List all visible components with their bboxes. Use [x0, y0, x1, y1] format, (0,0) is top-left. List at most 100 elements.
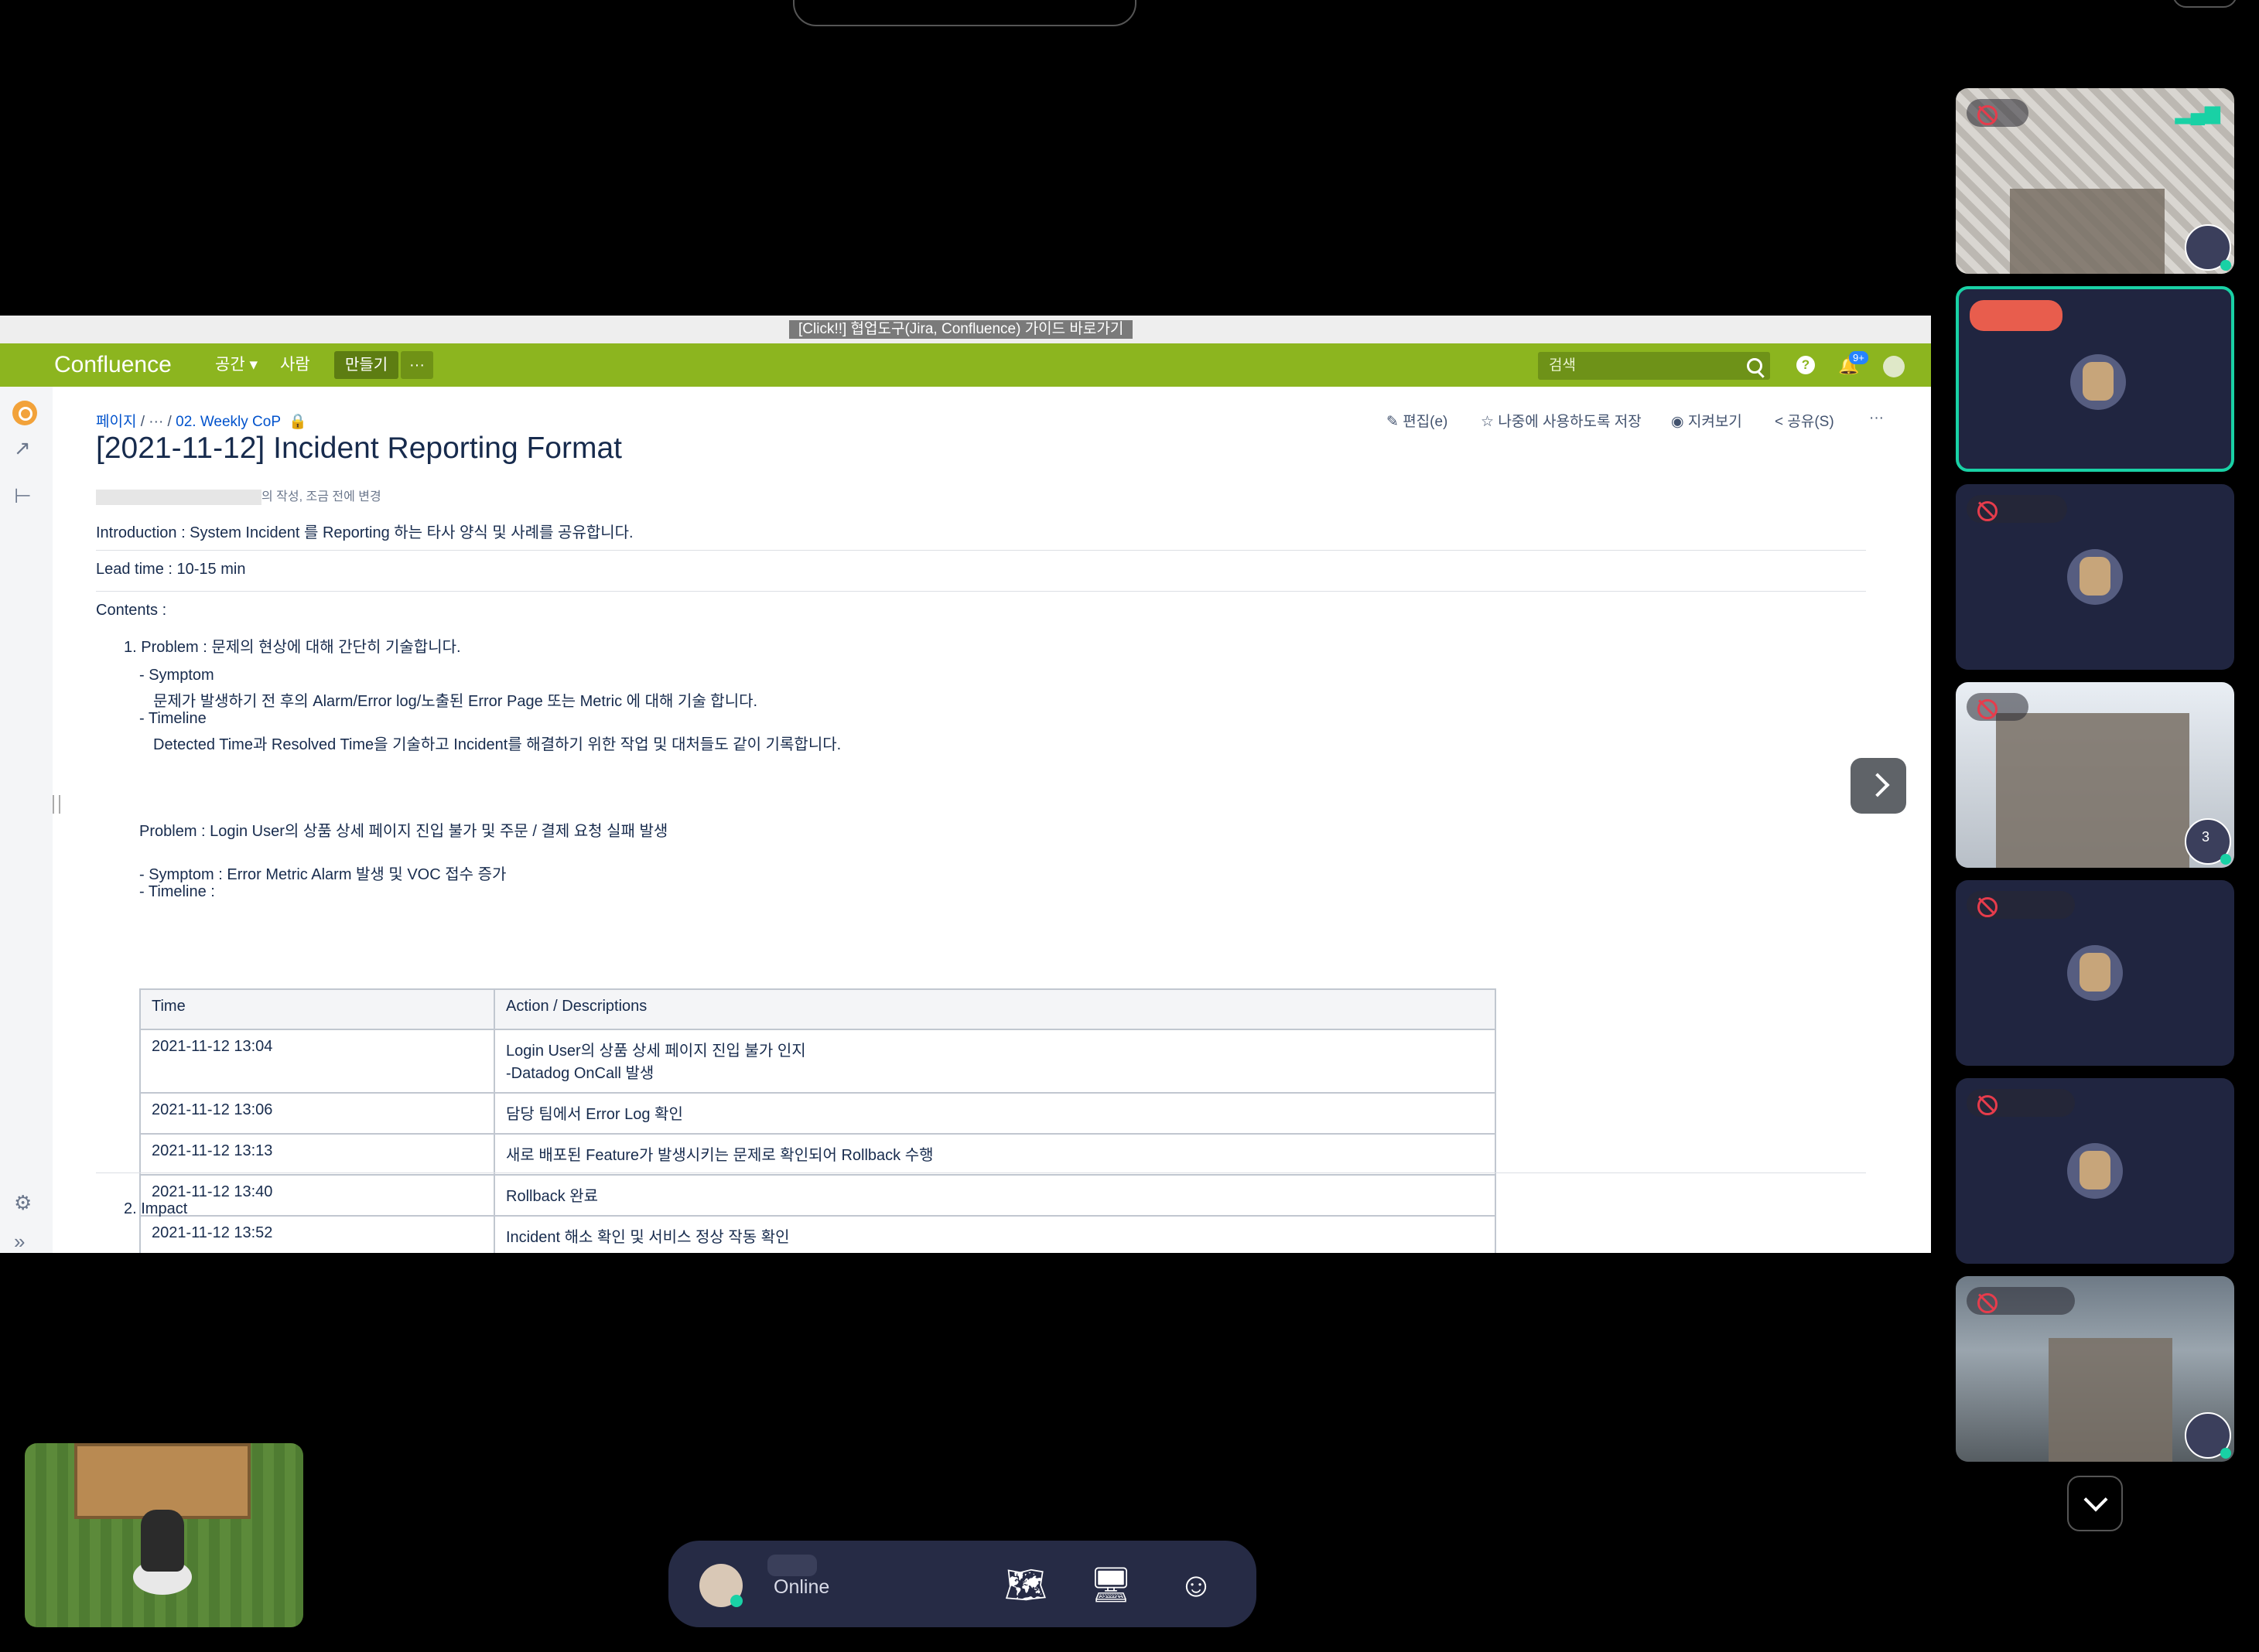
screen-share-icon[interactable]: 🖥: [1088, 1564, 1134, 1607]
guide-banner: [Click!!] 협업도구(Jira, Confluence) 가이드 바로가…: [0, 316, 1931, 343]
create-button[interactable]: 만들기: [334, 351, 399, 379]
blurred-face: [2049, 1338, 2172, 1462]
minimap-furniture: [74, 1443, 251, 1519]
table-row: 2021-11-12 13:04 Login User의 상품 상세 페이지 진…: [139, 1029, 1496, 1094]
create-more-button[interactable]: ···: [401, 351, 433, 379]
divider: [96, 550, 1866, 551]
notifications-badge: 9+: [1849, 351, 1868, 364]
space-icon[interactable]: [12, 401, 37, 425]
table-header-row: Time Action / Descriptions: [139, 988, 1496, 1030]
bottom-bar: Online 🗺 🖥 ☺: [668, 1541, 1256, 1627]
page-tree-icon[interactable]: ⊢: [14, 484, 32, 508]
divider: [96, 591, 1866, 592]
search-input[interactable]: 검색: [1538, 352, 1770, 380]
sidebar-resize-handle[interactable]: [53, 795, 60, 814]
participant-tile-active-speaker[interactable]: [1956, 286, 2234, 472]
breadcrumb: 페이지 / ··· / 02. Weekly CoP 🔒: [96, 414, 307, 430]
expand-sidebar-icon[interactable]: »: [14, 1230, 25, 1253]
my-name-redacted: [767, 1555, 817, 1576]
participant-tile[interactable]: [1956, 484, 2234, 670]
table-cell-action: 새로 배포된 Feature가 발생시키는 문제로 확인되어 Rollback …: [494, 1133, 1496, 1176]
table-cell-action: Rollback 완료: [494, 1174, 1496, 1217]
gear-icon[interactable]: ⚙: [14, 1191, 32, 1215]
people-menu[interactable]: 사람: [280, 343, 310, 387]
table-cell-time: 2021-11-12 13:06: [139, 1092, 495, 1135]
example-symptom: - Symptom : Error Metric Alarm 발생 및 VOC …: [139, 866, 507, 883]
page-content: 페이지 / ··· / 02. Weekly CoP 🔒 ✎ 편집(e) ☆ 나…: [96, 387, 1884, 1253]
map-icon[interactable]: 🗺: [1003, 1564, 1049, 1607]
breadcrumb-parent[interactable]: 02. Weekly CoP: [176, 414, 281, 430]
contents-label: Contents :: [96, 602, 167, 619]
example-timeline: - Timeline :: [139, 883, 215, 900]
signal-icon: ▂▄▆: [2175, 101, 2220, 124]
chevron-right-icon[interactable]: [1851, 758, 1906, 814]
my-avatar[interactable]: [699, 1564, 743, 1607]
avatar: [2070, 354, 2126, 410]
table-cell-time: 2021-11-12 13:52: [139, 1215, 495, 1253]
table-row: 2021-11-12 13:06 담당 팀에서 Error Log 확인: [139, 1092, 1496, 1135]
speaking-icon: [1970, 300, 2062, 331]
author-redacted: [96, 489, 261, 505]
avatar: 3: [2185, 818, 2231, 865]
save-for-later-button[interactable]: ☆ 나중에 사용하도록 저장: [1481, 410, 1642, 431]
table-cell-action: Incident 해소 확인 및 서비스 정상 작동 확인: [494, 1215, 1496, 1253]
shared-screen: [Click!!] 협업도구(Jira, Confluence) 가이드 바로가…: [0, 316, 1931, 1253]
table-header: Action / Descriptions: [494, 988, 1496, 1030]
example-problem: Problem : Login User의 상품 상세 페이지 진입 불가 및 …: [139, 823, 668, 840]
table-cell-time: 2021-11-12 13:13: [139, 1133, 495, 1176]
participant-tile[interactable]: [1956, 1078, 2234, 1264]
divider: [96, 1172, 1866, 1173]
participant-tile[interactable]: ▂▄▆: [1956, 88, 2234, 274]
avatar: [2185, 1412, 2231, 1459]
watch-button[interactable]: ◉ 지켜보기: [1671, 410, 1742, 431]
problem-item: 1. Problem : 문제의 현상에 대해 간단히 기술합니다.: [124, 639, 461, 656]
mic-muted-icon: [1967, 891, 2075, 919]
emoji-icon[interactable]: ☺: [1173, 1564, 1219, 1607]
minimap[interactable]: [25, 1443, 303, 1627]
table-header: Time: [139, 988, 495, 1030]
avatar: [2067, 1143, 2123, 1199]
participant-tile[interactable]: 3: [1956, 682, 2234, 868]
confluence-logo[interactable]: Confluence: [54, 343, 172, 387]
table-row: 2021-11-12 13:13 새로 배포된 Feature가 발생시키는 문…: [139, 1133, 1496, 1176]
spaces-menu[interactable]: 공간 ▾: [215, 343, 258, 387]
table-row: 2021-11-12 13:40 Rollback 완료: [139, 1174, 1496, 1217]
share-button[interactable]: < 공유(S): [1775, 410, 1834, 431]
external-link-icon[interactable]: ↗: [14, 436, 31, 460]
restrictions-lock-icon[interactable]: 🔒: [285, 414, 307, 430]
left-sidebar: ↗ ⊢ ⚙ »: [0, 387, 53, 1253]
table-cell-time: 2021-11-12 13:40: [139, 1174, 495, 1217]
participant-tile[interactable]: [1956, 880, 2234, 1066]
mic-muted-icon: [1967, 99, 2028, 127]
page-meta: 의 작성, 조금 전에 변경: [96, 486, 381, 505]
breadcrumb-pages[interactable]: 페이지: [96, 414, 136, 430]
page-more-button[interactable]: ···: [1869, 410, 1884, 427]
participant-count-badge: 3: [2202, 829, 2210, 845]
table-cell-action: 담당 팀에서 Error Log 확인: [494, 1092, 1496, 1135]
edit-button[interactable]: ✎ 편집(e): [1386, 410, 1447, 431]
search-icon[interactable]: [1747, 358, 1762, 374]
impact-item: 2. Impact: [124, 1200, 188, 1217]
mic-muted-icon: [1967, 1089, 2075, 1117]
table-cell-action: Login User의 상품 상세 페이지 진입 불가 인지 -Datadog O…: [494, 1029, 1496, 1094]
help-icon[interactable]: ?: [1796, 356, 1815, 374]
breadcrumb-ellipsis[interactable]: ···: [149, 414, 163, 430]
guide-banner-link[interactable]: [Click!!] 협업도구(Jira, Confluence) 가이드 바로가…: [789, 320, 1133, 339]
player-character: [141, 1510, 184, 1572]
timeline-desc: Detected Time과 Resolved Time을 기술하고 Incid…: [153, 736, 842, 753]
timeline-label: - Timeline: [139, 710, 207, 727]
symptom-label: - Symptom: [139, 667, 214, 684]
status-text[interactable]: Online: [774, 1576, 829, 1599]
top-right-control[interactable]: [2172, 0, 2237, 8]
chevron-down-icon[interactable]: [2067, 1476, 2123, 1531]
participant-tile[interactable]: [1956, 1276, 2234, 1462]
top-toolbar: [793, 0, 1136, 26]
symptom-desc: 문제가 발생하기 전 후의 Alarm/Error log/노출된 Error …: [153, 693, 758, 710]
table-cell-time: 2021-11-12 13:04: [139, 1029, 495, 1094]
mic-muted-icon: [1967, 693, 2028, 721]
user-avatar[interactable]: [1883, 356, 1905, 377]
avatar: [2067, 549, 2123, 605]
confluence-header: Confluence 공간 ▾ 사람 만들기 ··· 검색 ? 🔔 9+: [0, 343, 1931, 387]
avatar: [2185, 224, 2231, 271]
mic-muted-icon: [1967, 495, 2067, 523]
